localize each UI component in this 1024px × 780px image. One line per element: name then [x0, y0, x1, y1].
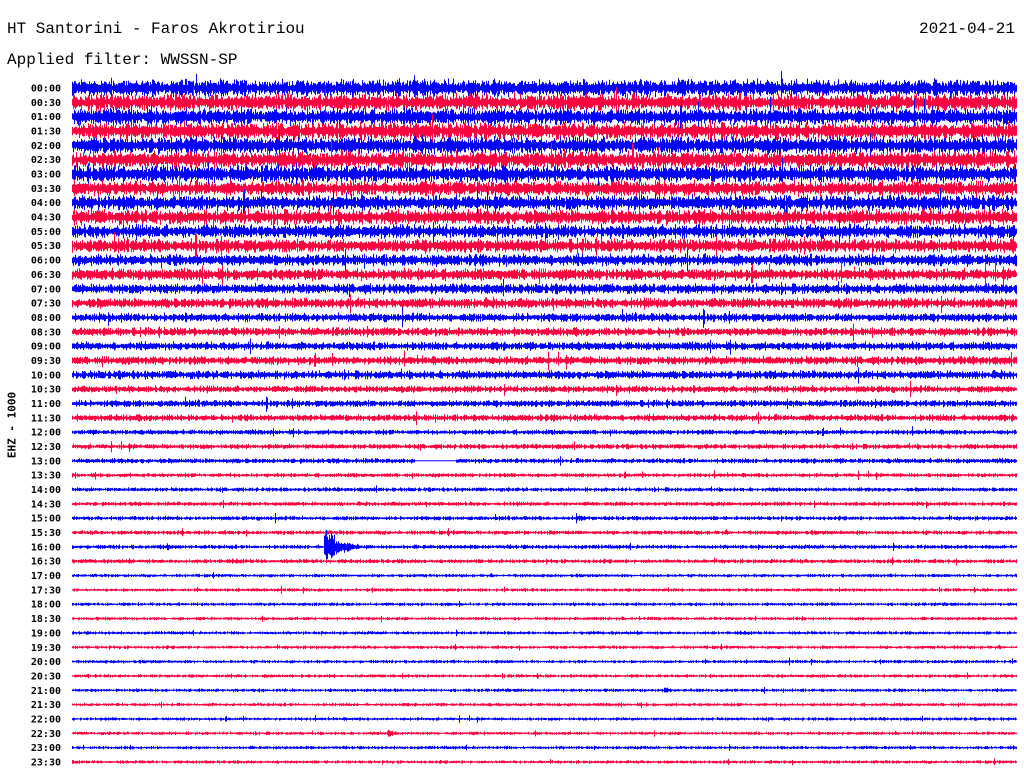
- seismic-trace-0930: [72, 350, 1017, 371]
- row-time-label: 11:30: [31, 413, 61, 424]
- row-time-label: 19:30: [31, 643, 61, 654]
- row-time-label: 16:00: [31, 542, 61, 553]
- helicorder-plot: 00:00 00:30 01:00 01:30 02:00 02:30 03:00 03:30…: [31, 71, 1017, 768]
- seismic-trace-2030: [72, 672, 1017, 679]
- seismic-trace-1700: [72, 572, 1017, 579]
- row-time-label: 07:30: [31, 299, 61, 310]
- row-time-label: 01:00: [31, 112, 61, 123]
- seismic-trace-0830: [72, 323, 1017, 341]
- seismic-trace-1730: [72, 585, 1017, 594]
- row-time-label: 15:30: [31, 528, 61, 539]
- seismic-trace-1430: [72, 500, 1017, 509]
- row-time-label: 02:00: [31, 141, 61, 152]
- row-time-label: 21:00: [31, 686, 61, 697]
- seismic-trace-1100: [72, 396, 1017, 412]
- row-time-label: 03:30: [31, 184, 61, 195]
- row-time-label: 10:00: [31, 370, 61, 381]
- row-time-label: 08:30: [31, 327, 61, 338]
- row-time-label: 09:30: [31, 356, 61, 367]
- row-time-label: 23:00: [31, 743, 61, 754]
- row-time-label: 09:00: [31, 342, 61, 353]
- seismic-trace-0730: [72, 294, 1017, 314]
- seismic-trace-2330: [72, 758, 1017, 766]
- seismic-trace-1630: [72, 557, 1017, 566]
- seismic-trace-1400: [72, 485, 1017, 493]
- row-time-label: 11:00: [31, 399, 61, 410]
- row-time-label: 20:30: [31, 671, 61, 682]
- row-time-label: 12:00: [31, 428, 61, 439]
- seismic-trace-1800: [72, 600, 1017, 607]
- seismic-trace-1130: [72, 411, 1017, 426]
- row-time-label: 00:30: [31, 98, 61, 109]
- row-time-label: 05:30: [31, 241, 61, 252]
- seismic-trace-0630: [72, 260, 1017, 288]
- row-time-label: 10:30: [31, 385, 61, 396]
- row-time-label: 20:00: [31, 657, 61, 668]
- seismic-trace-1200: [72, 426, 1017, 438]
- seismic-trace-1830: [72, 615, 1017, 623]
- row-time-label: 12:30: [31, 442, 61, 453]
- row-time-label: 22:30: [31, 729, 61, 740]
- row-time-label: 06:00: [31, 256, 61, 267]
- row-time-label: 14:00: [31, 485, 61, 496]
- seismic-trace-1300: [72, 456, 1017, 466]
- seismic-trace-1230: [72, 441, 1017, 453]
- seismic-trace-1030: [72, 380, 1017, 397]
- row-time-label: 23:30: [31, 757, 61, 768]
- seismic-trace-1500: [72, 513, 1017, 524]
- row-time-label: 13:30: [31, 471, 61, 482]
- row-time-label: 07:00: [31, 284, 61, 295]
- seismic-trace-2230: [72, 729, 1017, 737]
- seismic-trace-1530: [72, 528, 1017, 537]
- row-time-label: 02:30: [31, 155, 61, 166]
- row-time-label: 18:00: [31, 600, 61, 611]
- row-time-label: 05:00: [31, 227, 61, 238]
- seismic-trace-2130: [72, 701, 1017, 708]
- seismic-trace-0700: [72, 278, 1017, 297]
- seismic-trace-0900: [72, 338, 1017, 355]
- row-time-label: 14:30: [31, 499, 61, 510]
- row-time-label: 18:30: [31, 614, 61, 625]
- seismic-trace-1000: [72, 367, 1017, 384]
- row-time-label: 15:00: [31, 514, 61, 525]
- row-time-label: 22:00: [31, 714, 61, 725]
- row-time-label: 01:30: [31, 127, 61, 138]
- row-time-label: 08:00: [31, 313, 61, 324]
- row-time-label: 00:00: [31, 84, 61, 95]
- seismic-trace-1330: [72, 470, 1017, 480]
- row-time-label: 16:30: [31, 557, 61, 568]
- seismic-trace-0600: [72, 248, 1017, 273]
- row-time-label: 06:30: [31, 270, 61, 281]
- row-time-label: 03:00: [31, 170, 61, 181]
- row-time-label: 13:00: [31, 456, 61, 467]
- seismic-trace-1600: [72, 529, 1017, 563]
- seismic-trace-2100: [72, 687, 1017, 694]
- row-time-label: 04:30: [31, 213, 61, 224]
- row-time-label: 21:30: [31, 700, 61, 711]
- seismic-trace-1900: [72, 629, 1017, 637]
- row-time-label: 04:00: [31, 198, 61, 209]
- row-time-label: 19:00: [31, 628, 61, 639]
- seismic-trace-2200: [72, 715, 1017, 723]
- row-time-label: 17:00: [31, 571, 61, 582]
- seismic-trace-2000: [72, 657, 1017, 666]
- seismic-trace-1930: [72, 643, 1017, 651]
- row-time-label: 17:30: [31, 585, 61, 596]
- seismic-trace-2300: [72, 744, 1017, 751]
- seismic-trace-0800: [72, 306, 1017, 328]
